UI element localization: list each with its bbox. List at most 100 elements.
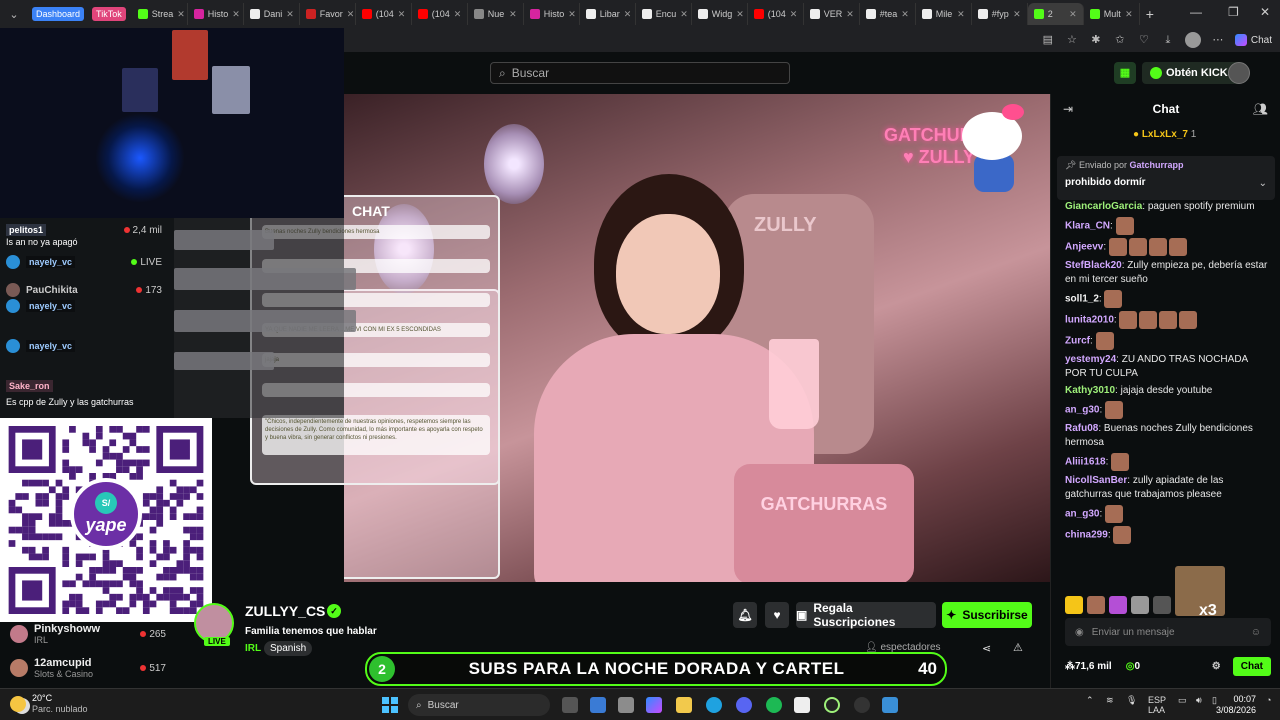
chat-username[interactable]: an_g30 xyxy=(1065,405,1099,416)
photos-icon[interactable] xyxy=(882,697,898,713)
profile-avatar[interactable] xyxy=(1184,32,1201,48)
spotify-icon[interactable] xyxy=(766,697,782,713)
emote[interactable] xyxy=(1119,311,1138,329)
taskbar-search[interactable]: ⌕ Buscar xyxy=(408,694,550,716)
chat-message[interactable]: Kathy3010: jajaja desde youtube xyxy=(1065,384,1271,398)
overlay-row[interactable]: nayely_vc xyxy=(0,296,174,316)
emote-picker-icon[interactable]: ◉ xyxy=(1075,627,1084,638)
browser-tab[interactable]: Histo ✕ xyxy=(524,3,580,25)
browser-tab[interactable]: Mult ✕ xyxy=(1084,3,1140,25)
volume-icon[interactable]: 🔊︎ xyxy=(1196,695,1202,706)
edge-icon[interactable] xyxy=(706,697,722,713)
browser-tab[interactable]: (104 ✕ xyxy=(412,3,468,25)
tab-close-icon[interactable]: ✕ xyxy=(509,9,517,20)
pinned-message[interactable]: 📌︎ Enviado por Gatchurrapp prohibido dor… xyxy=(1057,156,1275,200)
tab-close-icon[interactable]: ✕ xyxy=(901,9,909,20)
tab-group-dashboard[interactable]: Dashboard xyxy=(32,7,85,21)
chat-username[interactable]: Zurcf xyxy=(1065,336,1090,347)
tab-close-icon[interactable]: ✕ xyxy=(736,9,744,20)
points-count[interactable]: 0 xyxy=(1134,661,1140,672)
chatgpt-icon[interactable] xyxy=(854,697,870,713)
chat-users-icon[interactable]: 👥︎ xyxy=(1253,102,1268,116)
chat-username[interactable]: an_g30 xyxy=(1065,509,1099,520)
reading-mode-icon[interactable]: ▤ xyxy=(1041,33,1055,47)
emote[interactable] xyxy=(1113,526,1132,544)
emote[interactable] xyxy=(1105,401,1124,419)
copilot-chat-button[interactable]: Chat xyxy=(1234,34,1272,46)
followed-channel-row[interactable]: Pinkyshoww IRL 265 xyxy=(10,622,170,646)
browser-tab[interactable]: Encu ✕ xyxy=(636,3,692,25)
file-explorer-icon[interactable] xyxy=(676,697,692,713)
copilot-icon[interactable] xyxy=(646,697,662,713)
capcut-icon[interactable] xyxy=(794,697,810,713)
subscribe-button[interactable]: ✦ Suscribirse xyxy=(942,602,1032,628)
kicks-count[interactable]: 71,6 mil xyxy=(1075,661,1112,672)
tab-close-icon[interactable]: ✕ xyxy=(177,9,185,20)
browser-tab[interactable]: Dani ✕ xyxy=(244,3,300,25)
emote[interactable] xyxy=(1108,238,1127,256)
chat-username[interactable]: yestemy24 xyxy=(1065,354,1116,365)
tab-close-icon[interactable]: ✕ xyxy=(286,9,294,20)
share-icon[interactable]: ⋖ xyxy=(982,642,991,655)
tab-search-icon[interactable]: ⌄ xyxy=(4,4,24,24)
get-kicks-button[interactable]: Obtén KICKs xyxy=(1142,62,1242,84)
notification-bell-icon[interactable]: ◔ xyxy=(1266,695,1271,705)
chat-username[interactable]: china299 xyxy=(1065,530,1108,541)
system-clock[interactable]: 00:07 3/08/2026 xyxy=(1216,694,1256,716)
chat-username[interactable]: StefBlack20 xyxy=(1065,260,1122,271)
browser-tab[interactable]: Favor ✕ xyxy=(300,3,356,25)
language-tag[interactable]: Spanish xyxy=(264,641,313,656)
chat-message[interactable]: yestemy24: ZU ANDO TRAS NOCHADA POR TU C… xyxy=(1065,353,1271,381)
download-icon[interactable]: ⤓ xyxy=(1161,33,1175,47)
tab-close-icon[interactable]: ✕ xyxy=(680,9,688,20)
chat-message[interactable]: soll1_2: xyxy=(1065,290,1271,308)
chat-username[interactable]: Anjeevv xyxy=(1065,242,1103,253)
language-indicator[interactable]: ESP LAA xyxy=(1148,695,1166,715)
browser-tab[interactable]: Mile ✕ xyxy=(916,3,972,25)
weather-widget[interactable]: 20°C Parc. nublado xyxy=(10,693,88,715)
chat-message[interactable]: Zurcf: xyxy=(1065,332,1271,350)
shield-icon[interactable]: ♡ xyxy=(1137,33,1151,47)
chat-username[interactable]: soll1_2 xyxy=(1065,294,1099,305)
browser-tab[interactable]: Widg ✕ xyxy=(692,3,748,25)
emote[interactable] xyxy=(1159,311,1178,329)
new-tab-icon[interactable]: + xyxy=(1146,6,1154,22)
tab-close-icon[interactable]: ✕ xyxy=(1013,9,1021,20)
chat-message[interactable]: Anjeevv: xyxy=(1065,238,1271,256)
kick-stream-icon[interactable]: ▦ xyxy=(1114,62,1136,84)
browser-tab[interactable]: Nue ✕ xyxy=(468,3,524,25)
chat-username[interactable]: Aliii1618 xyxy=(1065,457,1106,468)
emote[interactable] xyxy=(1087,596,1105,614)
emote[interactable] xyxy=(1115,217,1134,235)
emote[interactable] xyxy=(1095,332,1114,350)
chat-message[interactable]: GiancarloGarcia: paguen spotify premium xyxy=(1065,200,1271,214)
favorites-icon[interactable]: ✩ xyxy=(1113,33,1127,47)
chat-message[interactable]: StefBlack20: Zully empieza pe, debería e… xyxy=(1065,259,1271,287)
stream-category[interactable]: IRL xyxy=(245,643,261,654)
browser-tab[interactable]: Histo ✕ xyxy=(188,3,244,25)
followed-channel-row[interactable]: 12amcupid Slots & Casino 517 xyxy=(10,656,170,680)
chat-message[interactable]: Aliii1618: xyxy=(1065,453,1271,471)
browser-tab[interactable]: Libar ✕ xyxy=(580,3,636,25)
chat-username[interactable]: Rafu08 xyxy=(1065,423,1098,434)
search-input[interactable]: ⌕ Buscar xyxy=(490,62,790,84)
task-view-icon[interactable] xyxy=(562,697,578,713)
chat-username[interactable]: GiancarloGarcia xyxy=(1065,201,1142,212)
chat-username[interactable]: NicollSanBer xyxy=(1065,475,1127,486)
emoji-icon[interactable]: ☺ xyxy=(1251,627,1261,638)
chat-message[interactable]: an_g30: xyxy=(1065,401,1271,419)
tab-close-icon[interactable]: ✕ xyxy=(347,9,355,20)
chat-message[interactable]: lunita2010: xyxy=(1065,311,1271,329)
tray-chevron-icon[interactable]: ⌃ xyxy=(1086,695,1094,706)
user-avatar[interactable] xyxy=(1228,62,1250,84)
chat-username[interactable]: lunita2010 xyxy=(1065,315,1114,326)
restore-icon[interactable]: ❐ xyxy=(1228,5,1239,19)
chat-input[interactable]: ◉ Enviar un mensaje ☺ xyxy=(1065,618,1271,646)
tab-close-icon[interactable]: ✕ xyxy=(624,9,632,20)
start-button[interactable] xyxy=(382,697,398,713)
gift-subs-button[interactable]: ▣ Regala Suscripciones xyxy=(796,601,936,629)
emote[interactable] xyxy=(1065,596,1083,614)
emote[interactable] xyxy=(1105,505,1124,523)
chat-message[interactable]: NicollSanBer: zully apiadate de las gatc… xyxy=(1065,474,1271,502)
tab-close-icon[interactable]: ✕ xyxy=(846,9,854,20)
